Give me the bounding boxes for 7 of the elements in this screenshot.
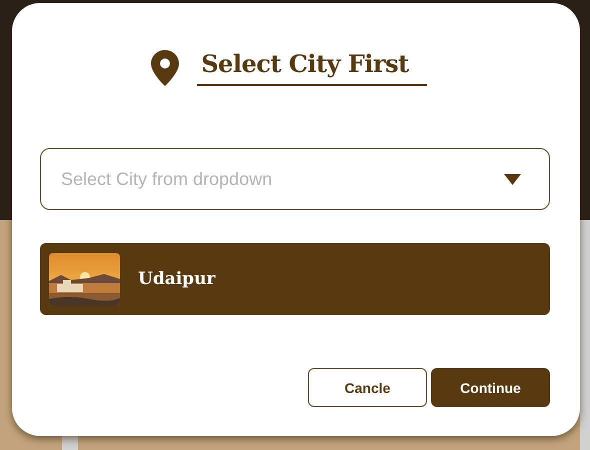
- location-pin-icon: [151, 50, 180, 86]
- city-name: Udaipur: [138, 269, 216, 289]
- caret-icon: [504, 174, 521, 184]
- cancel-button[interactable]: Cancle: [308, 368, 427, 407]
- continue-button[interactable]: Continue: [431, 368, 550, 407]
- dialog-title: Select City First: [197, 49, 427, 86]
- city-card[interactable]: Udaipur: [40, 243, 550, 315]
